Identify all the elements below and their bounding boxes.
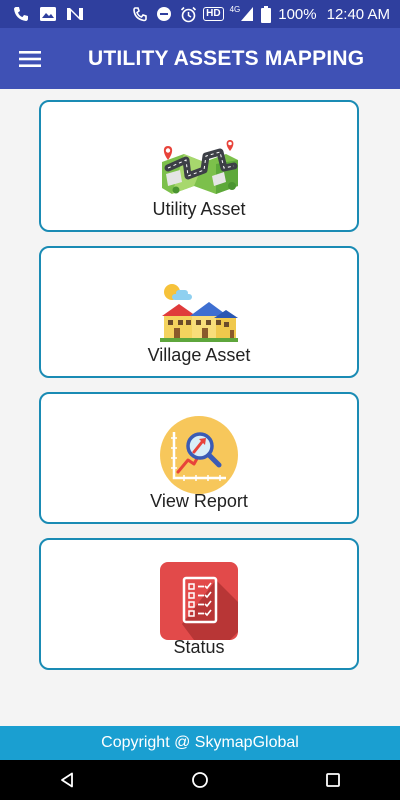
- n-logo-icon: [66, 6, 84, 22]
- app-title: UTILITY ASSETS MAPPING: [88, 46, 365, 70]
- view-report-label: View Report: [150, 491, 248, 511]
- hamburger-icon: [19, 50, 41, 67]
- village-asset-card[interactable]: Village Asset: [39, 246, 359, 378]
- status-label: Status: [173, 637, 225, 657]
- status-card[interactable]: Status: [39, 538, 359, 670]
- map-route-icon: [154, 124, 244, 204]
- back-triangle-icon: [60, 772, 73, 788]
- recents-square-icon: [326, 773, 341, 787]
- hd-badge: HD: [203, 6, 224, 22]
- utility-asset-card[interactable]: Utility Asset: [39, 100, 359, 232]
- phone-icon: [12, 6, 30, 22]
- home-circle-icon: [192, 772, 208, 788]
- status-bar: HD 4G 100% 12:40 AM: [0, 0, 400, 28]
- main-menu: Utility Asset Village Asset View Report …: [0, 89, 400, 726]
- do-not-disturb-icon: [155, 6, 173, 22]
- battery-percentage: 100%: [278, 5, 317, 23]
- call-settings-icon: [131, 6, 149, 22]
- village-houses-icon: [154, 270, 244, 350]
- alarm-icon: [179, 6, 197, 22]
- app-bar: UTILITY ASSETS MAPPING: [0, 28, 400, 89]
- battery-icon: [260, 5, 272, 23]
- signal-icon: 4G: [230, 6, 255, 22]
- village-asset-label: Village Asset: [147, 345, 251, 365]
- utility-asset-label: Utility Asset: [152, 199, 246, 219]
- hamburger-menu-button[interactable]: [8, 37, 52, 81]
- system-navigation-bar: [0, 760, 400, 800]
- recents-button[interactable]: [313, 760, 353, 800]
- view-report-card[interactable]: View Report: [39, 392, 359, 524]
- home-button[interactable]: [180, 760, 220, 800]
- image-icon: [39, 6, 57, 22]
- copyright-text: Copyright @ SkymapGlobal: [101, 734, 299, 751]
- clock: 12:40 AM: [326, 5, 390, 23]
- checklist-icon: [154, 562, 244, 642]
- copyright-footer: Copyright @ SkymapGlobal: [0, 726, 400, 760]
- report-chart-icon: [154, 416, 244, 496]
- back-button[interactable]: [47, 760, 87, 800]
